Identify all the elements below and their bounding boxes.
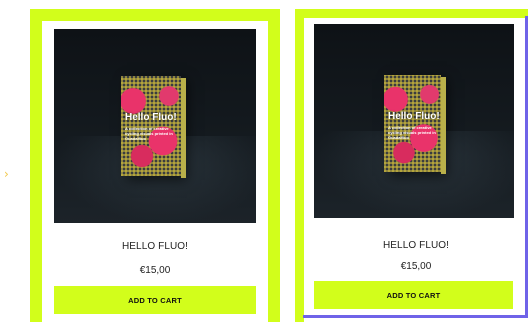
add-to-cart-button[interactable]: ADD TO CART [314, 281, 513, 309]
product-image[interactable]: Hello Fluo! A collection of creative cyc… [54, 29, 256, 223]
product-price: €15,00 [400, 261, 432, 272]
product-grid: › Hello Fluo! A collection of creative c… [0, 0, 528, 322]
product-name[interactable]: HELLO FLUO! [42, 241, 268, 252]
book-cover-subtitle: A collection of creative cycling visuals… [125, 126, 173, 141]
add-to-cart-button[interactable]: ADD TO CART [54, 286, 256, 314]
book-cover-subtitle: A collection of creative cycling visuals… [388, 125, 436, 140]
book-cover-title: Hello Fluo! [125, 112, 177, 123]
product-card: Hello Fluo! A collection of creative cyc… [30, 9, 280, 322]
book-cover: Hello Fluo! A collection of creative cyc… [384, 75, 446, 174]
product-image[interactable]: Hello Fluo! A collection of creative cyc… [314, 24, 514, 218]
chevron-right-icon: › [4, 167, 9, 181]
book-cover-title: Hello Fluo! [388, 111, 440, 122]
product-price: €15,00 [139, 265, 171, 276]
book-cover: Hello Fluo! A collection of creative cyc… [121, 76, 186, 178]
product-card: Hello Fluo! A collection of creative cyc… [295, 9, 528, 322]
product-name[interactable]: HELLO FLUO! [304, 240, 528, 251]
previous-arrow[interactable]: › [0, 155, 12, 195]
